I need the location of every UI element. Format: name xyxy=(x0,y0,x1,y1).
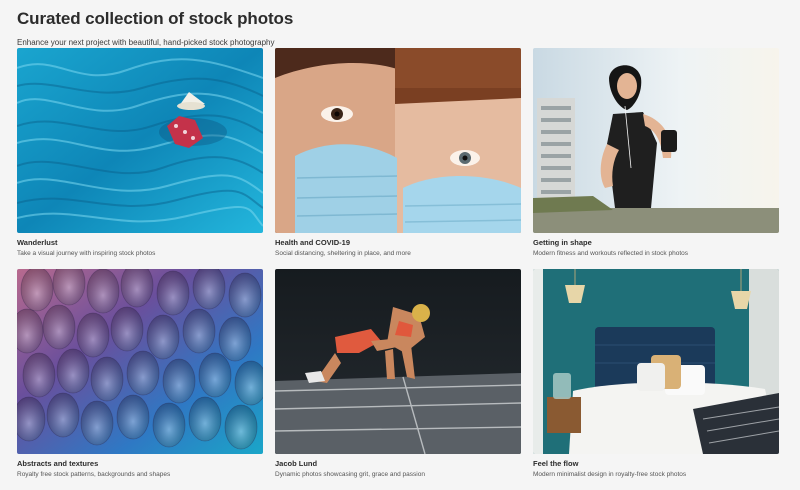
collection-description: Dynamic photos showcasing grit, grace an… xyxy=(275,471,425,478)
sprinter-start-photo[interactable] xyxy=(275,269,521,454)
collection-title: Getting in shape xyxy=(533,238,592,247)
collection-title: Abstracts and textures xyxy=(17,459,99,468)
collection-card-abstracts-textures[interactable]: Abstracts and textures Royalty free stoc… xyxy=(17,269,263,490)
page-title: Curated collection of stock photos xyxy=(17,9,294,28)
teal-bedroom-photo[interactable] xyxy=(533,269,779,454)
collection-card-getting-in-shape[interactable]: Getting in shape Modern fitness and work… xyxy=(533,48,779,269)
collection-description: Take a visual journey with inspiring sto… xyxy=(17,250,156,257)
collection-description: Modern minimalist design in royalty-free… xyxy=(533,471,687,478)
page-header: Curated collection of stock photos Enhan… xyxy=(17,9,783,48)
collection-description: Social distancing, sheltering in place, … xyxy=(275,250,411,257)
feather-texture-photo[interactable] xyxy=(17,269,263,454)
collection-card-health-covid[interactable]: Health and COVID-19 Social distancing, s… xyxy=(275,48,521,269)
collection-card-feel-the-flow[interactable]: Feel the flow Modern minimalist design i… xyxy=(533,269,779,490)
collection-title: Feel the flow xyxy=(533,459,579,468)
collection-title: Health and COVID-19 xyxy=(275,238,351,247)
collection-title: Jacob Lund xyxy=(275,459,318,468)
collection-description: Modern fitness and workouts reflected in… xyxy=(533,250,688,257)
woman-fitness-photo[interactable] xyxy=(533,48,779,233)
page-subtitle: Enhance your next project with beautiful… xyxy=(17,38,275,47)
collection-title: Wanderlust xyxy=(17,238,58,247)
children-wearing-masks-photo[interactable] xyxy=(275,48,521,233)
collection-card-wanderlust[interactable]: Wanderlust Take a visual journey with in… xyxy=(17,48,263,269)
collection-description: Royalty free stock patterns, backgrounds… xyxy=(17,471,171,478)
woman-in-blue-fabric-photo[interactable] xyxy=(17,48,263,233)
collections-grid: Wanderlust Take a visual journey with in… xyxy=(17,48,779,490)
collection-card-jacob-lund[interactable]: Jacob Lund Dynamic photos showcasing gri… xyxy=(275,269,521,490)
